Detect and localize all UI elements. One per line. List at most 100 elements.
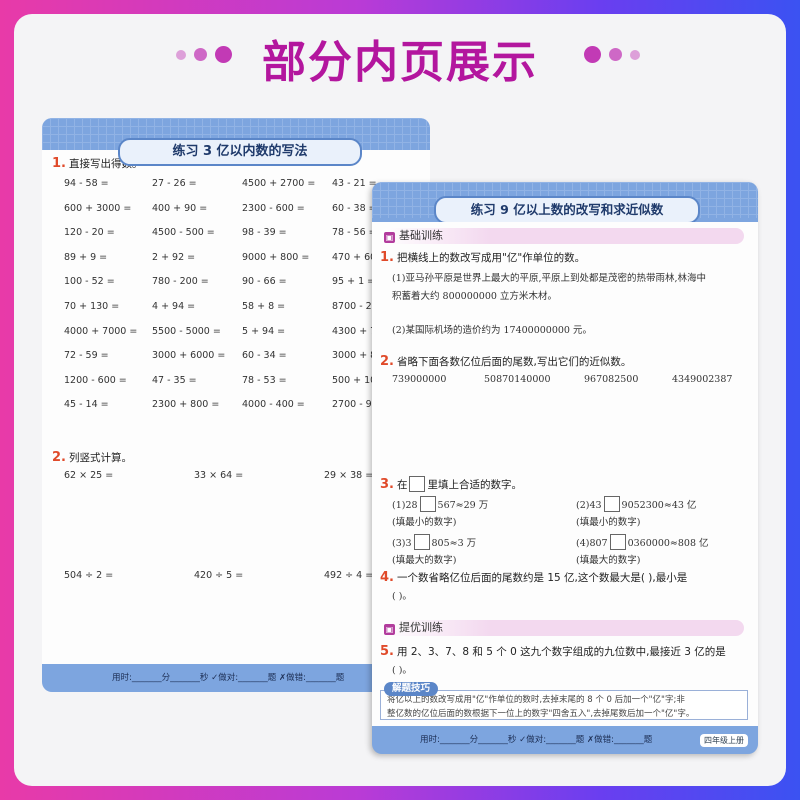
p2-q3-item: (1)28 567≈29 万: [392, 496, 488, 512]
calc-problem: 1200 - 600 =: [64, 374, 127, 386]
section-advanced: ▣ 提优训练: [380, 620, 744, 636]
p2-q4-heading: 4. 一个数省略亿位后面的尾数约是 15 亿,这个数最大是( ),最小是: [380, 570, 687, 585]
p2-q4-text: 一个数省略亿位后面的尾数约是 15 亿,这个数最大是( ),最小是: [396, 572, 688, 584]
p2-q3-item-prefix: (4)807: [576, 538, 608, 549]
calc-problem: 9000 + 800 =: [242, 251, 310, 263]
p2-q3-note: (填最大的数字): [576, 555, 641, 566]
p2-q5-number: 5.: [380, 644, 394, 659]
p2-q3-item-prefix: (1)28: [392, 500, 418, 511]
calc-problem: 5 + 94 =: [242, 325, 286, 337]
calc-problem: 4000 - 400 =: [242, 399, 305, 411]
calc-problem: 2300 + 800 =: [152, 399, 220, 411]
calc-problem: 78 - 53 =: [242, 374, 287, 386]
vertical-problem: 420 ÷ 5 =: [194, 570, 244, 581]
p2-q3-item: (3)3 805≈3 万: [392, 534, 476, 550]
section-bookmark-icon: ▣: [384, 624, 395, 635]
calc-problem: 780 - 200 =: [152, 276, 209, 288]
p2-q3-number: 3.: [380, 477, 394, 492]
page-2-body: ▣ 基础训练 1. 把横线上的数改写成用"亿"作单位的数。 (1)亚马孙平原是世界上…: [372, 222, 758, 726]
banner-title: 部分内页展示: [262, 37, 538, 88]
calc-problem: 2300 - 600 =: [242, 202, 305, 214]
calc-problem: 60 - 34 =: [242, 350, 287, 362]
p2-q3-item: (2)43 9052300≈43 亿: [576, 496, 696, 512]
calc-problem: 89 + 9 =: [64, 251, 108, 263]
p2-q1-number: 1.: [380, 250, 394, 265]
p2-q1-line: (1)亚马孙平原是世界上最大的平原,平原上到处都是茂密的热带雨林,林海中: [392, 273, 706, 284]
p2-q3-note: (填最小的数字): [576, 517, 641, 528]
p2-q3-text-b: 里填上合适的数字。: [427, 479, 522, 491]
calc-problem: 95 + 1 =: [332, 276, 376, 288]
calc-problem: 90 - 66 =: [242, 276, 287, 288]
calc-problem: 78 - 56 =: [332, 227, 377, 239]
p2-q3-note: (填最大的数字): [392, 555, 457, 566]
calc-problem: 5500 - 5000 =: [152, 325, 221, 337]
p2-q3-item-suffix: 0360000≈808 亿: [627, 538, 709, 549]
calc-problem: 60 - 38 =: [332, 202, 377, 214]
calc-problem: 43 - 21 =: [332, 178, 377, 189]
calc-problem: 98 - 39 =: [242, 227, 287, 239]
answer-box: [409, 476, 426, 492]
p2-q3-item-suffix: 9052300≈43 亿: [621, 500, 697, 511]
p2-q3-item: (4)807 0360000≈808 亿: [576, 534, 709, 550]
calc-problem: 47 - 35 =: [152, 374, 197, 386]
p2-q2-value: 4349002387: [672, 374, 733, 385]
calc-problem: 4300 + 7: [332, 325, 377, 337]
calc-problem: 45 - 14 =: [64, 399, 109, 411]
p2-q1-heading: 1. 把横线上的数改写成用"亿"作单位的数。: [380, 250, 585, 265]
p2-q2-text: 省略下面各数亿位后面的尾数,写出它们的近似数。: [396, 356, 632, 368]
p2-q2-number: 2.: [380, 354, 394, 369]
calc-problem: 27 - 26 =: [152, 178, 197, 189]
vertical-problem: 504 ÷ 2 =: [64, 570, 114, 581]
p2-q1-text: 把横线上的数改写成用"亿"作单位的数。: [396, 252, 586, 264]
p2-q4-line: ( )。: [392, 591, 412, 602]
q2-heading: 2. 列竖式计算。: [52, 450, 132, 465]
calc-problem: 4500 - 500 =: [152, 227, 215, 239]
p2-q3-heading: 3. 在 里填上合适的数字。: [380, 476, 522, 492]
answer-box[interactable]: [413, 534, 430, 550]
section-advanced-label: 提优训练: [399, 621, 443, 634]
calc-problem: 4 + 94 =: [152, 301, 196, 312]
workbook-page-2: 练习 9 亿以上数的改写和求近似数 ▣ 基础训练 1. 把横线上的数改写成用"亿"作…: [372, 182, 758, 754]
calc-problem: 400 + 90 =: [152, 202, 208, 214]
p2-q3-item-prefix: (3)3: [392, 538, 412, 549]
calc-problem: 100 - 52 =: [64, 276, 115, 288]
calc-problem: 2 + 92 =: [152, 251, 196, 263]
calc-problem: 3000 + 6000 =: [152, 350, 226, 362]
q2-text: 列竖式计算。: [68, 452, 132, 464]
q1-number: 1.: [52, 156, 66, 171]
page-2-title: 练习 9 亿以上数的改写和求近似数: [434, 196, 700, 224]
vertical-problem: 29 × 38 =: [324, 470, 374, 481]
p2-q2-value: 50870140000: [484, 374, 551, 385]
p2-q3-item-suffix: 567≈29 万: [437, 500, 489, 511]
p2-q1-line: (2)某国际机场的造价约为 17400000000 元。: [392, 325, 592, 336]
answer-box[interactable]: [609, 534, 626, 550]
section-bookmark-icon: ▣: [384, 232, 395, 243]
answer-box[interactable]: [419, 496, 436, 512]
p2-q5-line: ( )。: [392, 665, 412, 676]
calc-problem: 2700 - 9: [332, 399, 372, 411]
section-basic: ▣ 基础训练: [380, 228, 744, 244]
calc-problem: 600 + 3000 =: [64, 202, 132, 214]
page-2-grade-label: 四年级上册: [700, 734, 748, 747]
calc-problem: 94 - 58 =: [64, 178, 109, 189]
calc-problem: 58 + 8 =: [242, 301, 286, 312]
vertical-problem: 62 × 25 =: [64, 470, 114, 481]
p2-q3-text-a: 在: [396, 479, 408, 491]
page-1-title: 练习 3 亿以内数的写法: [118, 138, 362, 166]
p2-q2-heading: 2. 省略下面各数亿位后面的尾数,写出它们的近似数。: [380, 354, 631, 369]
calc-problem: 4500 + 2700 =: [242, 178, 316, 189]
calc-problem: 3000 + 8: [332, 350, 377, 362]
vertical-problem: 33 × 64 =: [194, 470, 244, 481]
calc-problem: 70 + 130 =: [64, 301, 120, 312]
decor-dots-right: [584, 46, 640, 63]
p2-q3-note: (填最小的数字): [392, 517, 457, 528]
p2-q5-heading: 5. 用 2、3、7、8 和 5 个 0 这九个数字组成的九位数中,最接近 3 亿…: [380, 644, 726, 659]
calc-problem: 72 - 59 =: [64, 350, 109, 362]
tip-badge: 解题技巧: [384, 682, 438, 696]
p2-q2-value: 739000000: [392, 374, 447, 385]
p2-q3-item-prefix: (2)43: [576, 500, 602, 511]
calc-problem: 500 + 10: [332, 374, 377, 386]
tip-line: 将亿以上的数改写成用"亿"作单位的数时,去掉末尾的 8 个 0 后加一个"亿"字…: [387, 695, 685, 705]
p2-q5-text: 用 2、3、7、8 和 5 个 0 这九个数字组成的九位数中,最接近 3 亿的是: [396, 646, 726, 658]
answer-box[interactable]: [603, 496, 620, 512]
